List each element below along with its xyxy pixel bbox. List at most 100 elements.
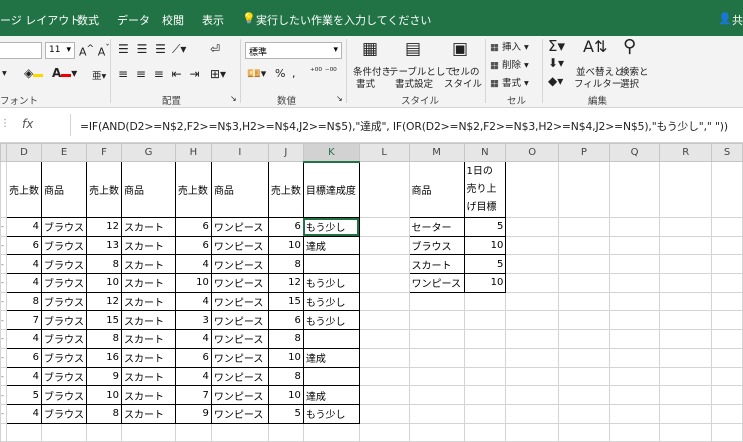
cell[interactable] xyxy=(302,422,360,442)
cell[interactable]: スカート xyxy=(120,273,176,293)
cell[interactable] xyxy=(120,422,176,442)
format-button[interactable]: ▦ 書式 ▾ xyxy=(490,75,529,89)
cell[interactable] xyxy=(711,217,743,237)
cell[interactable] xyxy=(463,291,507,312)
column-header-d[interactable]: D xyxy=(5,143,42,162)
decimal-icons[interactable]: ⁺⁰⁰ ⁻⁰⁰ xyxy=(310,67,337,77)
cell[interactable] xyxy=(608,422,661,442)
cell[interactable]: ブラウス xyxy=(40,273,87,293)
cell[interactable] xyxy=(463,310,507,331)
cell[interactable] xyxy=(659,310,713,331)
cell[interactable] xyxy=(557,310,610,331)
cell[interactable] xyxy=(5,422,42,442)
cell[interactable] xyxy=(358,347,410,368)
cell[interactable]: 4 xyxy=(5,329,42,349)
cell[interactable] xyxy=(557,385,610,405)
fill-icon[interactable]: ⬇▾ xyxy=(548,56,564,70)
cell[interactable] xyxy=(711,385,743,405)
cell[interactable] xyxy=(408,291,465,312)
cell[interactable] xyxy=(358,366,410,387)
cell[interactable] xyxy=(711,310,743,331)
cell[interactable]: 6 xyxy=(174,217,212,237)
cell[interactable]: 売上数 xyxy=(85,161,122,218)
cell[interactable]: ブラウス xyxy=(40,235,87,256)
cell[interactable] xyxy=(608,273,661,293)
cell[interactable] xyxy=(608,217,661,237)
cell[interactable]: スカート xyxy=(120,385,176,405)
cell[interactable]: 商品 xyxy=(40,161,87,218)
cell[interactable] xyxy=(302,366,360,387)
cell[interactable]: もう少し xyxy=(302,217,360,237)
fill-color-icon[interactable]: ◈ xyxy=(24,66,44,80)
cell[interactable]: ブラウス xyxy=(40,329,87,349)
grow-font-icon[interactable]: A^ Aˇ xyxy=(79,43,110,59)
cell[interactable] xyxy=(408,347,465,368)
cell[interactable] xyxy=(608,385,661,405)
cell[interactable] xyxy=(659,217,713,237)
cell[interactable]: 達成 xyxy=(302,235,360,256)
cell[interactable]: スカート xyxy=(120,235,176,256)
cell[interactable]: 売上数 xyxy=(5,161,42,218)
cell[interactable] xyxy=(302,254,360,275)
cell[interactable] xyxy=(463,403,507,424)
cell[interactable]: 10 xyxy=(267,385,304,405)
cell[interactable]: 6 xyxy=(5,347,42,368)
font-name-box[interactable] xyxy=(0,42,42,59)
cell[interactable]: ワンピース xyxy=(210,366,269,387)
cell[interactable] xyxy=(408,403,465,424)
cell[interactable] xyxy=(408,366,465,387)
cell[interactable] xyxy=(711,235,743,256)
cell[interactable]: 6 xyxy=(5,235,42,256)
font-color-icon[interactable]: A ▾ xyxy=(52,66,77,80)
cell[interactable] xyxy=(408,422,465,442)
cell[interactable] xyxy=(358,385,410,405)
share-icon[interactable]: 👤 xyxy=(718,12,732,25)
cell[interactable]: 10 xyxy=(463,273,507,293)
cell[interactable]: 売上数 xyxy=(267,161,304,218)
cell[interactable] xyxy=(659,235,713,256)
cell[interactable]: 13 xyxy=(85,235,122,256)
cell[interactable] xyxy=(505,310,559,331)
phonetic-icon[interactable]: 亜▾ xyxy=(92,68,106,82)
cell[interactable]: 8 xyxy=(267,254,304,275)
cell[interactable] xyxy=(85,422,122,442)
cell[interactable] xyxy=(659,422,713,442)
cell[interactable] xyxy=(463,422,507,442)
cell[interactable]: 達成 xyxy=(302,385,360,405)
cell[interactable]: スカート xyxy=(120,291,176,312)
cell[interactable] xyxy=(505,291,559,312)
cell[interactable]: 売上数 xyxy=(174,161,212,218)
cell[interactable] xyxy=(267,422,304,442)
number-launcher-icon[interactable]: ↘ xyxy=(336,94,343,103)
cell[interactable] xyxy=(711,254,743,275)
cell[interactable]: 5 xyxy=(5,385,42,405)
column-header-j[interactable]: J xyxy=(267,143,304,162)
cell[interactable]: 商品 xyxy=(408,161,465,218)
column-header-o[interactable]: O xyxy=(505,143,559,162)
column-header-e[interactable]: E xyxy=(40,143,87,162)
cell[interactable] xyxy=(608,366,661,387)
cell[interactable]: 15 xyxy=(267,291,304,312)
percent-icon[interactable]: % xyxy=(275,67,285,80)
cell[interactable]: 目標達成度 xyxy=(302,161,360,218)
orientation-icon[interactable]: ⟋▾ xyxy=(172,42,186,57)
tab-data[interactable]: データ xyxy=(117,12,150,28)
cell[interactable]: スカート xyxy=(120,329,176,349)
cell[interactable] xyxy=(40,422,87,442)
cell[interactable]: 12 xyxy=(85,217,122,237)
cell[interactable] xyxy=(557,403,610,424)
cell[interactable]: 6 xyxy=(174,235,212,256)
cell[interactable]: 6 xyxy=(267,310,304,331)
cell[interactable] xyxy=(557,422,610,442)
tab-review[interactable]: 校閲 xyxy=(162,12,184,28)
cell[interactable]: 4 xyxy=(174,329,212,349)
wrap-text-icon[interactable]: ⏎ xyxy=(210,42,220,56)
vertical-align-icons[interactable]: ☰ ☰ ☰ xyxy=(118,42,168,56)
cell[interactable]: もう少し xyxy=(302,273,360,293)
cell[interactable] xyxy=(505,235,559,256)
cell[interactable] xyxy=(711,161,743,218)
column-header-k[interactable]: K xyxy=(302,143,360,163)
cell[interactable]: ワンピース xyxy=(210,385,269,405)
cell[interactable]: ワンピース xyxy=(210,310,269,331)
cell[interactable]: 7 xyxy=(174,385,212,405)
